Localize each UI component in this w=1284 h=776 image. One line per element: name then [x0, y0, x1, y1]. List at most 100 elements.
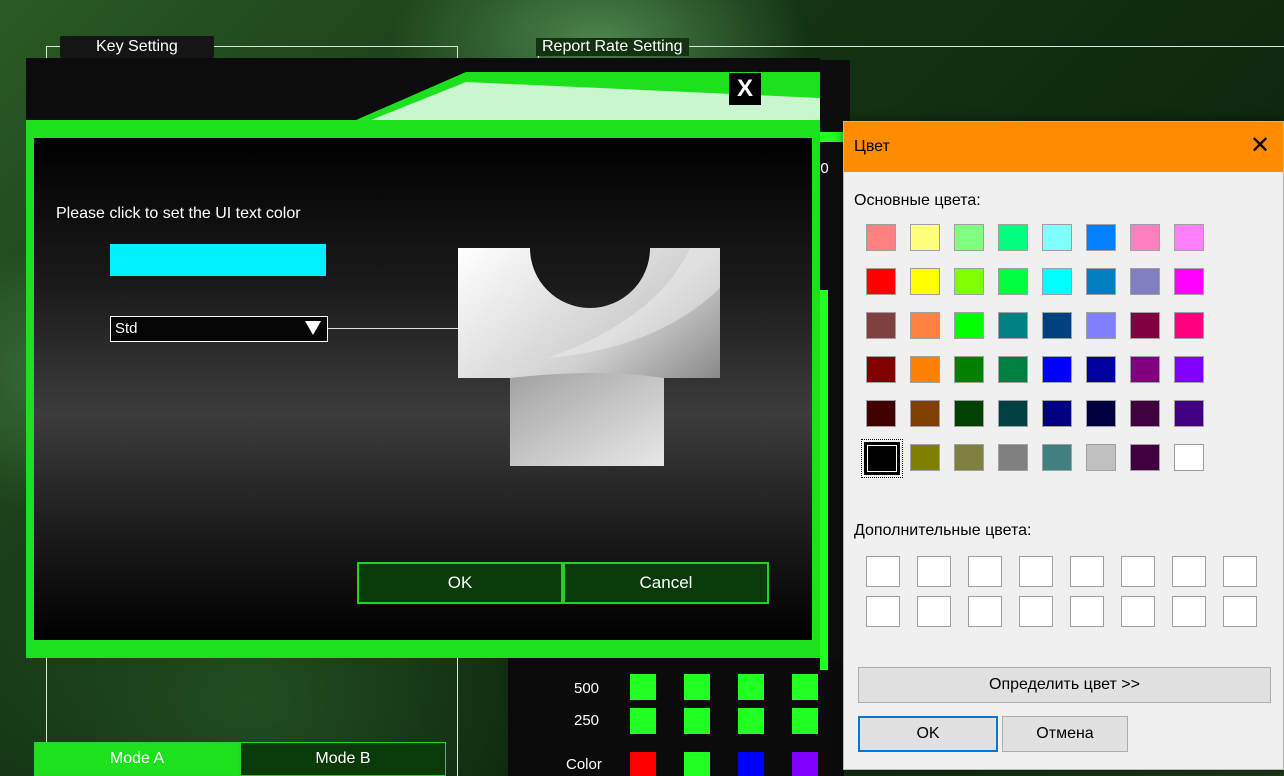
- color-cell-red[interactable]: [630, 752, 656, 776]
- basic-color-swatch[interactable]: [902, 216, 946, 260]
- basic-color-swatch[interactable]: [1078, 260, 1122, 304]
- main-cancel-button[interactable]: Cancel: [563, 562, 769, 604]
- basic-color-swatch[interactable]: [946, 260, 990, 304]
- custom-color-swatch[interactable]: [1164, 592, 1215, 632]
- main-ok-button[interactable]: OK: [357, 562, 563, 604]
- custom-color-swatch[interactable]: [960, 552, 1011, 592]
- basic-color-swatch[interactable]: [946, 304, 990, 348]
- basic-color-swatch[interactable]: [858, 216, 902, 260]
- rate-cell[interactable]: [738, 674, 764, 700]
- custom-color-swatch[interactable]: [1113, 552, 1164, 592]
- color-cell-green[interactable]: [684, 752, 710, 776]
- basic-color-swatch[interactable]: [902, 392, 946, 436]
- basic-color-swatch[interactable]: [1034, 436, 1078, 480]
- basic-color-swatch[interactable]: [1122, 392, 1166, 436]
- custom-color-swatch[interactable]: [1215, 592, 1266, 632]
- custom-color-swatch[interactable]: [1113, 592, 1164, 632]
- basic-color-swatch[interactable]: [946, 348, 990, 392]
- basic-color-swatch[interactable]: [990, 348, 1034, 392]
- basic-color-swatch[interactable]: [946, 436, 990, 480]
- close-icon[interactable]: ✕: [1247, 134, 1273, 160]
- swatch-fill: [1086, 444, 1116, 471]
- basic-color-swatch[interactable]: [946, 392, 990, 436]
- swatch-fill: [998, 356, 1028, 383]
- basic-color-swatch[interactable]: [1122, 436, 1166, 480]
- basic-color-swatch[interactable]: [902, 304, 946, 348]
- rate-cell[interactable]: [792, 674, 818, 700]
- basic-color-swatch[interactable]: [1034, 348, 1078, 392]
- basic-color-swatch[interactable]: [990, 216, 1034, 260]
- rate-cell[interactable]: [792, 708, 818, 734]
- basic-color-swatch[interactable]: [1034, 392, 1078, 436]
- define-custom-colors-button[interactable]: Определить цвет >>: [858, 667, 1271, 703]
- rate-label-color: Color: [566, 756, 602, 773]
- basic-color-swatch[interactable]: [902, 436, 946, 480]
- basic-color-swatch[interactable]: [858, 392, 902, 436]
- basic-color-swatch[interactable]: [858, 260, 902, 304]
- rate-cell[interactable]: [684, 708, 710, 734]
- basic-color-swatch[interactable]: [1034, 216, 1078, 260]
- basic-color-swatch[interactable]: [1122, 216, 1166, 260]
- basic-color-swatch[interactable]: [902, 260, 946, 304]
- rate-cell[interactable]: [630, 708, 656, 734]
- basic-color-swatch[interactable]: [1078, 392, 1122, 436]
- basic-color-swatch[interactable]: [946, 216, 990, 260]
- basic-color-swatch[interactable]: [858, 304, 902, 348]
- basic-color-swatch[interactable]: [1034, 304, 1078, 348]
- basic-color-swatch[interactable]: [902, 348, 946, 392]
- custom-color-swatch[interactable]: [960, 592, 1011, 632]
- custom-color-swatch[interactable]: [1164, 552, 1215, 592]
- basic-color-swatch[interactable]: [858, 348, 902, 392]
- basic-color-swatch[interactable]: [1122, 348, 1166, 392]
- basic-color-swatch[interactable]: [1034, 260, 1078, 304]
- basic-color-swatch[interactable]: [1078, 304, 1122, 348]
- swatch-fill: [864, 442, 900, 475]
- rate-cell[interactable]: [630, 674, 656, 700]
- swatch-fill: [1070, 556, 1104, 587]
- custom-color-swatch[interactable]: [1062, 592, 1113, 632]
- dialog-close-button[interactable]: X: [729, 73, 761, 105]
- basic-color-swatch[interactable]: [1166, 348, 1210, 392]
- basic-color-swatch[interactable]: [1122, 304, 1166, 348]
- basic-color-swatch[interactable]: [990, 304, 1034, 348]
- swatch-fill: [866, 400, 896, 427]
- style-select[interactable]: Std: [110, 316, 328, 342]
- rate-label-500: 500: [574, 680, 600, 697]
- mode-b-tab[interactable]: Mode B: [240, 742, 446, 776]
- mode-a-tab[interactable]: Mode A: [34, 742, 240, 776]
- basic-color-swatch[interactable]: [1122, 260, 1166, 304]
- basic-color-swatch[interactable]: [1166, 260, 1210, 304]
- color-cell-purple[interactable]: [792, 752, 818, 776]
- basic-color-swatch[interactable]: [990, 260, 1034, 304]
- color-cancel-button[interactable]: Отмена: [1002, 716, 1128, 752]
- swatch-fill: [1121, 556, 1155, 587]
- custom-color-swatch[interactable]: [858, 552, 909, 592]
- basic-color-swatch[interactable]: [1166, 436, 1210, 480]
- custom-color-swatch[interactable]: [1011, 592, 1062, 632]
- custom-color-swatch[interactable]: [1011, 552, 1062, 592]
- custom-color-swatch[interactable]: [858, 592, 909, 632]
- swatch-fill: [1223, 556, 1257, 587]
- basic-color-swatch[interactable]: [1078, 436, 1122, 480]
- basic-color-swatch[interactable]: [1078, 348, 1122, 392]
- custom-color-swatch[interactable]: [909, 552, 960, 592]
- swatch-fill: [954, 312, 984, 339]
- basic-color-swatch[interactable]: [1166, 304, 1210, 348]
- key-setting-legend: Key Setting: [60, 36, 214, 58]
- basic-colors-grid: [858, 216, 1262, 480]
- rate-cell[interactable]: [684, 674, 710, 700]
- basic-color-swatch[interactable]: [1166, 216, 1210, 260]
- custom-color-swatch[interactable]: [909, 592, 960, 632]
- basic-color-swatch[interactable]: [990, 436, 1034, 480]
- basic-color-swatch[interactable]: [1078, 216, 1122, 260]
- rate-cell[interactable]: [738, 708, 764, 734]
- text-color-swatch[interactable]: [110, 244, 326, 276]
- swatch-fill: [998, 224, 1028, 251]
- color-cell-blue[interactable]: [738, 752, 764, 776]
- custom-color-swatch[interactable]: [1062, 552, 1113, 592]
- custom-color-swatch[interactable]: [1215, 552, 1266, 592]
- basic-color-swatch[interactable]: [1166, 392, 1210, 436]
- basic-color-swatch[interactable]: [858, 436, 903, 480]
- color-ok-button[interactable]: OK: [858, 716, 998, 752]
- basic-color-swatch[interactable]: [990, 392, 1034, 436]
